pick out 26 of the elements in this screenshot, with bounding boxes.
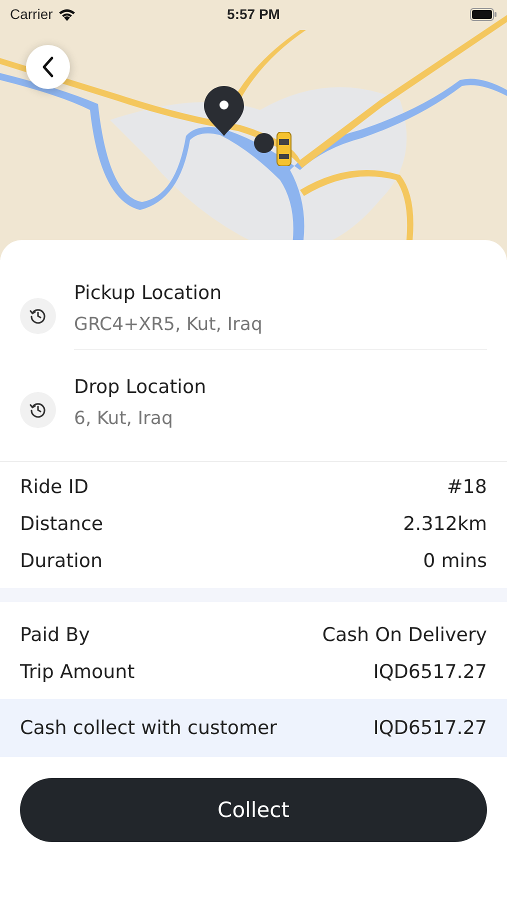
detail-value: IQD6517.27 <box>373 661 487 683</box>
collect-button[interactable]: Collect <box>20 778 487 842</box>
location-label: Pickup Location <box>74 282 223 304</box>
battery-icon <box>470 8 497 20</box>
detail-value: #18 <box>446 476 487 498</box>
cash-collect-label: Cash collect with customer <box>20 717 277 739</box>
back-icon <box>41 56 55 78</box>
location-address: GRC4+XR5, Kut, Iraq <box>74 314 264 335</box>
detail-value: 2.312km <box>403 513 487 535</box>
carrier-label: Carrier <box>10 6 53 22</box>
history-icon <box>29 400 47 418</box>
map-pin-icon <box>204 86 244 136</box>
detail-label: Duration <box>20 550 103 572</box>
status-time: 5:57 PM <box>227 6 280 22</box>
location-label: Drop Location <box>74 376 208 398</box>
detail-label: Distance <box>20 513 104 535</box>
location-address: 6, Kut, Iraq <box>74 408 174 429</box>
detail-value: Cash On Delivery <box>322 624 487 646</box>
cash-collect-amount: IQD6517.27 <box>373 717 487 739</box>
history-icon <box>29 307 47 325</box>
taxi-icon <box>276 132 292 166</box>
detail-label: Trip Amount <box>20 661 135 683</box>
detail-value: 0 mins <box>423 550 487 572</box>
detail-label: Paid By <box>20 624 90 646</box>
wifi-icon <box>58 8 76 20</box>
detail-label: Ride ID <box>20 476 89 498</box>
